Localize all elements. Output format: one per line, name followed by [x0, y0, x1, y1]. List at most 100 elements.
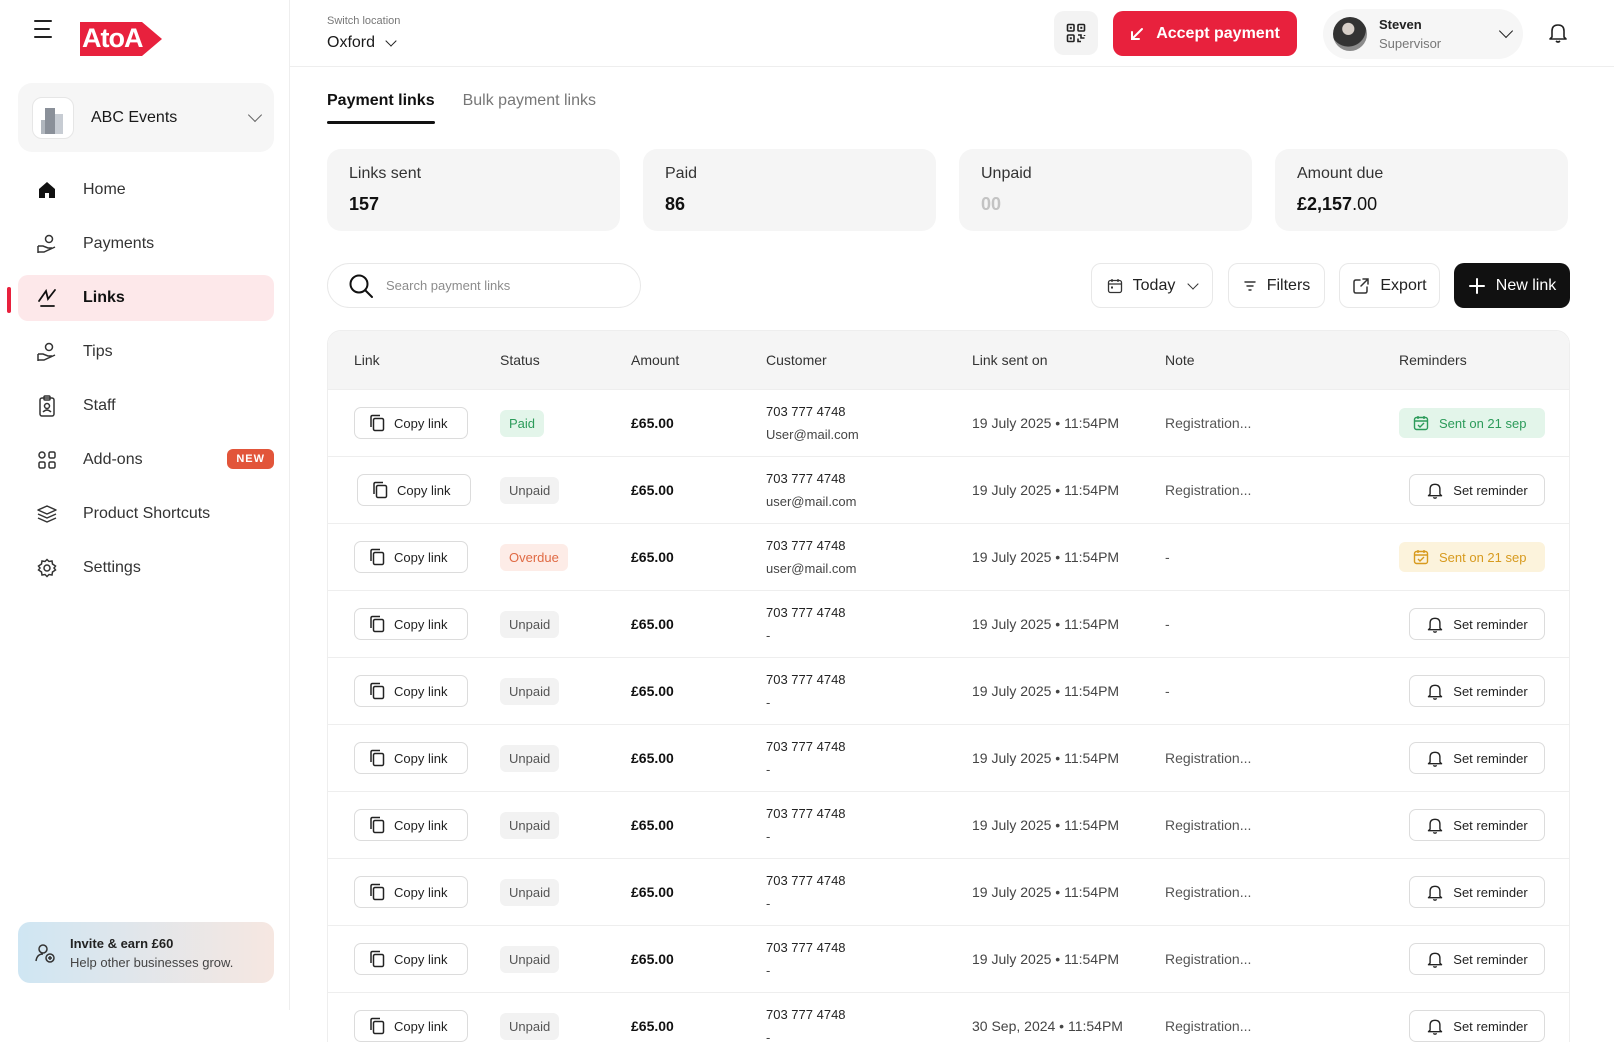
- copy-link-button[interactable]: Copy link: [354, 608, 468, 640]
- location-label: Switch location: [327, 15, 401, 27]
- business-switcher[interactable]: ABC Events: [18, 83, 274, 152]
- accept-payment-button[interactable]: Accept payment: [1113, 11, 1297, 56]
- payments-icon: [36, 233, 58, 255]
- location-switcher[interactable]: Oxford: [327, 34, 397, 52]
- tab-bulk-payment-links[interactable]: Bulk payment links: [463, 92, 596, 124]
- search-box[interactable]: [327, 263, 641, 308]
- stat-value: £2,157.00: [1297, 194, 1546, 215]
- sidebar-item-addons[interactable]: Add-ons NEW: [18, 437, 274, 483]
- stats-row: Links sent 157 Paid 86 Unpaid 00 Amount …: [327, 149, 1568, 231]
- export-icon: [1353, 277, 1370, 294]
- customer-phone: 703 777 4748: [766, 605, 846, 620]
- table-row: Copy link Unpaid £65.00 703 777 4748 - 19 Jul…: [328, 657, 1569, 724]
- notifications-button[interactable]: [1547, 21, 1569, 48]
- status-badge: Unpaid: [500, 611, 560, 638]
- invite-title: Invite & earn £60: [70, 935, 174, 951]
- logo-text: AtoA: [82, 23, 143, 53]
- copy-link-label: Copy link: [394, 616, 448, 632]
- set-reminder-label: Set reminder: [1453, 884, 1528, 900]
- amount-value: £65.00: [631, 415, 674, 431]
- reminder-cell: Set reminder: [1399, 608, 1545, 640]
- status-badge: Unpaid: [500, 678, 560, 705]
- sidebar-item-settings[interactable]: Settings: [18, 545, 274, 591]
- new-link-button[interactable]: New link: [1454, 263, 1570, 308]
- sent-on-value: 19 July 2025 • 11:54PM: [972, 482, 1120, 498]
- customer-phone: 703 777 4748: [766, 672, 846, 687]
- filters-label: Filters: [1266, 276, 1311, 294]
- set-reminder-button[interactable]: Set reminder: [1409, 608, 1545, 640]
- copy-link-button[interactable]: Copy link: [354, 407, 468, 439]
- calendar-check-icon: [1413, 550, 1429, 565]
- addons-icon: [36, 449, 58, 471]
- sidebar-nav: Home Payments Links Tips Staff Add-ons N…: [18, 167, 274, 599]
- brand-logo[interactable]: AtoA: [80, 22, 162, 61]
- set-reminder-button[interactable]: Set reminder: [1409, 474, 1545, 506]
- stat-value: 157: [349, 194, 380, 214]
- search-input[interactable]: [386, 278, 606, 293]
- amount-value: £65.00: [631, 817, 674, 833]
- reminder-sent-badge: Sent on 21 sep: [1399, 542, 1545, 572]
- customer-phone: 703 777 4748: [766, 404, 846, 419]
- set-reminder-button[interactable]: Set reminder: [1409, 675, 1545, 707]
- copy-link-button[interactable]: Copy link: [357, 474, 471, 506]
- copy-link-button[interactable]: Copy link: [354, 742, 468, 774]
- set-reminder-button[interactable]: Set reminder: [1409, 742, 1545, 774]
- stat-card-links-sent: Links sent 157: [327, 149, 620, 231]
- stat-card-paid: Paid 86: [643, 149, 936, 231]
- copy-icon: [370, 414, 385, 432]
- set-reminder-button[interactable]: Set reminder: [1409, 876, 1545, 908]
- sent-on-value: 19 July 2025 • 11:54PM: [972, 951, 1120, 967]
- sidebar-item-label: Product Shortcuts: [83, 505, 211, 522]
- note-value: Registration...: [1165, 951, 1252, 967]
- sidebar-item-payments[interactable]: Payments: [18, 221, 274, 267]
- sidebar-item-links[interactable]: Links: [18, 275, 274, 321]
- sent-on-value: 19 July 2025 • 11:54PM: [972, 616, 1120, 632]
- staff-icon: [36, 395, 58, 417]
- copy-link-button[interactable]: Copy link: [354, 541, 468, 573]
- sidebar-item-product-shortcuts[interactable]: Product Shortcuts: [18, 491, 274, 537]
- customer-email: -: [766, 963, 771, 978]
- copy-link-label: Copy link: [394, 415, 448, 431]
- stat-label: Amount due: [1297, 165, 1384, 182]
- bell-icon: [1428, 617, 1443, 633]
- sidebar-item-tips[interactable]: Tips: [18, 329, 274, 375]
- copy-link-button[interactable]: Copy link: [354, 809, 468, 841]
- user-menu[interactable]: Steven Supervisor: [1323, 9, 1523, 59]
- set-reminder-button[interactable]: Set reminder: [1409, 1010, 1545, 1042]
- avatar: [1333, 17, 1367, 51]
- sidebar-item-label: Payments: [83, 235, 155, 252]
- copy-link-button[interactable]: Copy link: [354, 943, 468, 975]
- customer-phone: 703 777 4748: [766, 873, 846, 888]
- invite-banner[interactable]: Invite & earn £60 Help other businesses …: [18, 922, 274, 983]
- sent-on-value: 19 July 2025 • 11:54PM: [972, 817, 1120, 833]
- set-reminder-button[interactable]: Set reminder: [1409, 943, 1545, 975]
- copy-link-button[interactable]: Copy link: [354, 1010, 468, 1042]
- copy-link-button[interactable]: Copy link: [354, 876, 468, 908]
- table-row: Copy link Unpaid £65.00 703 777 4748 - 19 Jul…: [328, 925, 1569, 992]
- qr-code-button[interactable]: [1054, 11, 1098, 55]
- customer-email: User@mail.com: [766, 427, 859, 442]
- qr-code-icon: [1066, 23, 1086, 43]
- customer-phone: 703 777 4748: [766, 940, 846, 955]
- bell-icon: [1428, 885, 1443, 901]
- column-header-reminders: Reminders: [1399, 352, 1467, 368]
- sidebar-item-home[interactable]: Home: [18, 167, 274, 213]
- filters-button[interactable]: Filters: [1228, 263, 1325, 308]
- copy-link-label: Copy link: [394, 549, 448, 565]
- sidebar-item-label: Add-ons: [83, 451, 143, 468]
- status-badge: Unpaid: [500, 1013, 560, 1040]
- stat-value-main: £2,157: [1297, 194, 1353, 214]
- date-filter-dropdown[interactable]: Today: [1091, 263, 1213, 308]
- invite-user-icon: [35, 943, 55, 963]
- set-reminder-label: Set reminder: [1453, 750, 1528, 766]
- calendar-check-icon: [1413, 416, 1429, 431]
- links-icon: [36, 287, 58, 309]
- note-value: Registration...: [1165, 1018, 1252, 1034]
- export-button[interactable]: Export: [1339, 263, 1440, 308]
- sidebar-item-staff[interactable]: Staff: [18, 383, 274, 429]
- menu-icon[interactable]: [34, 20, 56, 38]
- tab-payment-links[interactable]: Payment links: [327, 92, 435, 124]
- copy-link-button[interactable]: Copy link: [354, 675, 468, 707]
- reminder-cell: Set reminder: [1399, 809, 1545, 841]
- set-reminder-button[interactable]: Set reminder: [1409, 809, 1545, 841]
